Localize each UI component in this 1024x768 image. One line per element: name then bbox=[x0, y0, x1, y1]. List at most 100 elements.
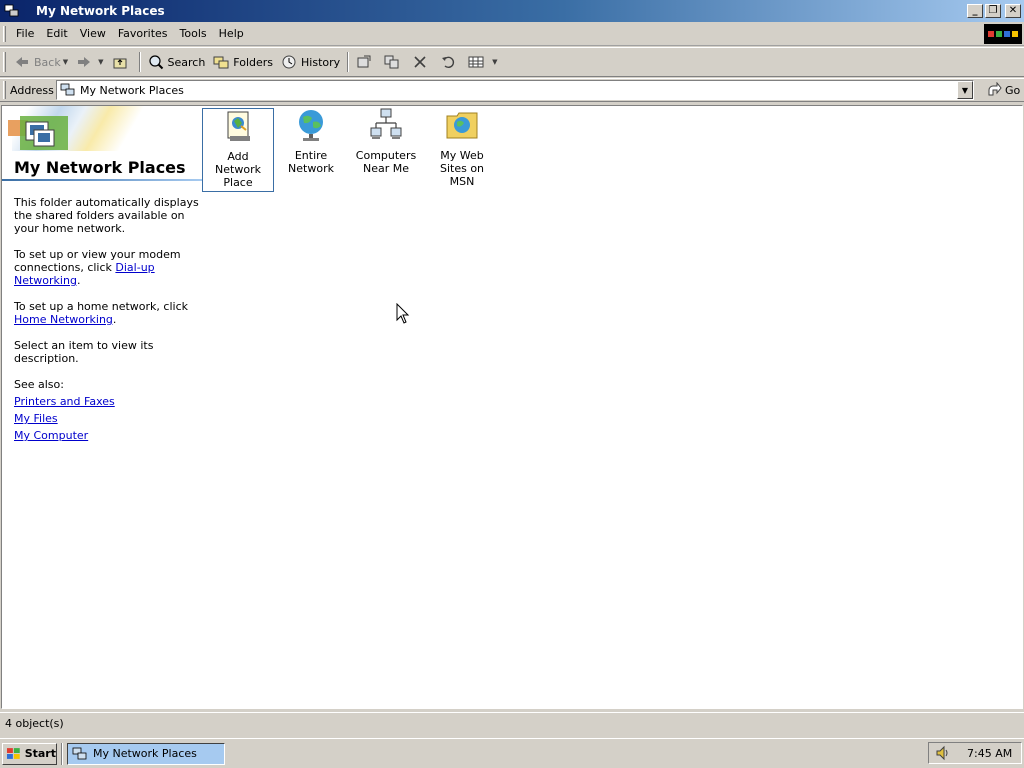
printers-and-faxes-link[interactable]: Printers and Faxes bbox=[14, 395, 199, 408]
copy-to-icon bbox=[384, 55, 399, 69]
forward-arrow-icon bbox=[78, 57, 91, 67]
address-label: Address bbox=[10, 83, 54, 97]
search-icon bbox=[148, 55, 163, 70]
page-title: My Network Places bbox=[14, 158, 186, 177]
menu-edit[interactable]: Edit bbox=[40, 25, 73, 42]
history-icon bbox=[282, 55, 296, 69]
copy-to-button[interactable] bbox=[380, 50, 408, 74]
network-places-large-icon bbox=[8, 116, 68, 150]
web-folder-icon bbox=[446, 112, 478, 139]
views-button[interactable]: ▼ bbox=[464, 50, 501, 74]
history-label: History bbox=[301, 55, 341, 69]
address-dropdown-button[interactable]: ▼ bbox=[957, 81, 973, 99]
back-dropdown-icon[interactable]: ▼ bbox=[63, 58, 68, 66]
mouse-cursor bbox=[396, 303, 410, 324]
start-button[interactable]: Start bbox=[2, 742, 57, 765]
select-hint: Select an item to view its description. bbox=[14, 339, 154, 365]
folders-button[interactable]: Folders bbox=[209, 50, 277, 74]
undo-button[interactable] bbox=[436, 50, 464, 74]
toolbar-separator bbox=[138, 52, 141, 72]
menu-favorites[interactable]: Favorites bbox=[112, 25, 174, 42]
menu-file[interactable]: File bbox=[10, 25, 40, 42]
menu-grip[interactable] bbox=[3, 25, 6, 42]
web-view-pane: My Network Places This folder automatica… bbox=[2, 106, 202, 708]
search-button[interactable]: Search bbox=[144, 50, 210, 74]
address-combobox[interactable]: My Network Places ▼ bbox=[56, 80, 974, 100]
see-also-label: See also: bbox=[14, 378, 64, 391]
taskbar-window-button[interactable]: My Network Places bbox=[67, 742, 225, 765]
menu-bar: File Edit View Favorites Tools Help bbox=[0, 22, 1024, 46]
home-suffix: . bbox=[112, 313, 117, 326]
home-networking-link[interactable]: Home Networking bbox=[14, 313, 113, 326]
taskbar-window-label: My Network Places bbox=[93, 747, 197, 760]
maximize-button[interactable]: ❐ bbox=[985, 4, 1001, 18]
toolbar-separator bbox=[347, 52, 350, 72]
computers-icon bbox=[370, 108, 402, 139]
taskbar-separator bbox=[61, 742, 63, 765]
network-places-icon bbox=[4, 4, 19, 17]
delete-button[interactable] bbox=[408, 50, 436, 74]
up-folder-button[interactable] bbox=[108, 50, 136, 74]
item-label: My Web Sites on MSN bbox=[439, 149, 485, 188]
dialup-prefix: To set up or view your modem connections… bbox=[14, 248, 181, 274]
system-tray: 7:45 AM bbox=[928, 742, 1022, 764]
window-title: My Network Places bbox=[36, 4, 165, 18]
folder-view: My Network Places This folder automatica… bbox=[1, 105, 1023, 709]
see-also-section: See also: Printers and Faxes My Files My… bbox=[14, 378, 199, 442]
menu-view[interactable]: View bbox=[74, 25, 112, 42]
side-description: This folder automatically displays the s… bbox=[14, 196, 199, 446]
move-to-button[interactable] bbox=[352, 50, 380, 74]
views-dropdown-icon[interactable]: ▼ bbox=[492, 58, 497, 66]
my-computer-link[interactable]: My Computer bbox=[14, 429, 199, 442]
status-text: 4 object(s) bbox=[5, 717, 64, 730]
address-grip[interactable] bbox=[3, 81, 6, 99]
side-header: My Network Places bbox=[2, 106, 202, 181]
title-underline bbox=[2, 179, 202, 181]
my-web-sites-on-msn-item[interactable]: My Web Sites on MSN bbox=[426, 108, 498, 188]
move-to-icon bbox=[357, 55, 371, 68]
add-network-place-icon bbox=[227, 111, 250, 141]
minimize-button[interactable]: _ bbox=[967, 4, 983, 18]
go-label: Go bbox=[1005, 83, 1021, 97]
computers-near-me-item[interactable]: Computers Near Me bbox=[350, 108, 422, 175]
menu-help[interactable]: Help bbox=[213, 25, 250, 42]
my-files-link[interactable]: My Files bbox=[14, 412, 199, 425]
status-bar: 4 object(s) bbox=[0, 712, 1024, 734]
back-arrow-icon bbox=[16, 57, 28, 67]
menu-tools[interactable]: Tools bbox=[174, 25, 213, 42]
title-bar: My Network Places _ ❐ ✕ bbox=[0, 0, 1024, 22]
clock[interactable]: 7:45 AM bbox=[967, 747, 1012, 760]
folders-icon bbox=[213, 56, 229, 69]
item-label: Entire Network bbox=[288, 149, 334, 175]
globe-icon bbox=[299, 110, 323, 141]
undo-icon bbox=[442, 56, 455, 69]
windows-logo-icon bbox=[984, 24, 1022, 44]
history-button[interactable]: History bbox=[277, 50, 344, 74]
standard-toolbar: Back ▼ ▼ Search Folders History ▼ bbox=[0, 47, 1024, 77]
network-places-icon bbox=[72, 747, 87, 759]
back-label: Back bbox=[34, 55, 61, 69]
item-label: Computers Near Me bbox=[355, 149, 417, 175]
home-prefix: To set up a home network, click bbox=[14, 300, 188, 313]
go-button[interactable]: Go bbox=[986, 82, 1020, 98]
toolbar-grip[interactable] bbox=[3, 52, 6, 72]
forward-button[interactable]: ▼ bbox=[72, 50, 107, 74]
forward-dropdown-icon[interactable]: ▼ bbox=[98, 58, 103, 66]
add-network-place-item[interactable]: Add Network Place bbox=[202, 108, 274, 192]
views-icon bbox=[468, 56, 484, 68]
item-label: Add Network Place bbox=[215, 150, 261, 189]
speaker-icon[interactable] bbox=[935, 745, 951, 761]
network-places-icon bbox=[60, 83, 75, 96]
address-input[interactable]: My Network Places bbox=[80, 84, 957, 97]
back-button[interactable]: Back ▼ bbox=[10, 50, 72, 74]
description-text: This folder automatically displays the s… bbox=[14, 196, 199, 235]
start-label: Start bbox=[24, 747, 56, 760]
close-button[interactable]: ✕ bbox=[1005, 4, 1021, 18]
entire-network-item[interactable]: Entire Network bbox=[275, 108, 347, 175]
home-network-text: To set up a home network, click Home Net… bbox=[14, 300, 199, 326]
folders-label: Folders bbox=[233, 55, 274, 69]
taskbar: Start My Network Places 7:45 AM bbox=[0, 738, 1024, 768]
dialup-suffix: . bbox=[76, 274, 81, 287]
dialup-text: To set up or view your modem connections… bbox=[14, 248, 199, 287]
windows-flag-icon bbox=[6, 747, 20, 759]
